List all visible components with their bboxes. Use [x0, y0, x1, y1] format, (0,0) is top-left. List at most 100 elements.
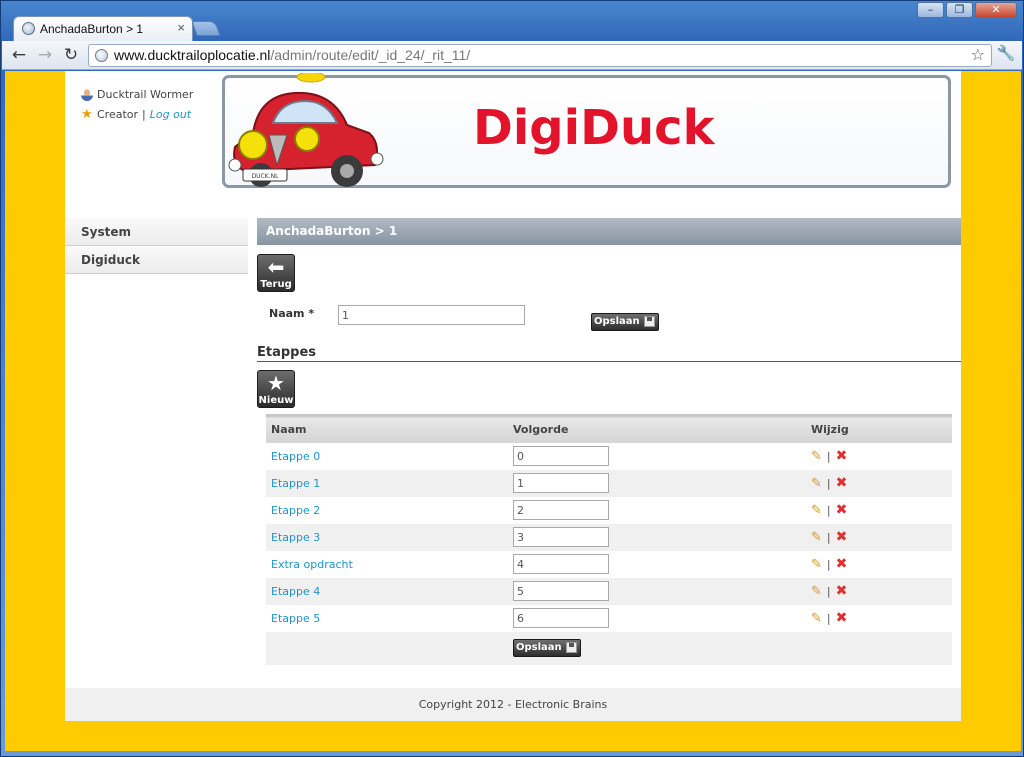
naam-input[interactable] — [338, 305, 525, 325]
order-input[interactable] — [513, 527, 609, 547]
back-button[interactable]: ⬅ Terug — [257, 254, 295, 292]
table-row: Etappe 0 ✎ | ✖ — [266, 443, 952, 470]
table-header-row: Naam Volgorde Wijzig — [266, 414, 952, 443]
url-host: www.ducktrailoplocatie.nl — [114, 47, 271, 63]
main-content: AnchadaBurton > 1 ⬅ Terug Naam * Opslaan… — [257, 218, 961, 665]
browser-tab[interactable]: AnchadaBurton > 1 × — [13, 16, 193, 41]
etappe-link[interactable]: Etappe 2 — [271, 504, 320, 517]
column-header-volgorde: Volgorde — [508, 414, 806, 443]
etappe-link[interactable]: Extra opdracht — [271, 558, 353, 571]
pencil-icon[interactable]: ✎ — [811, 476, 822, 491]
breadcrumb: AnchadaBurton > 1 — [257, 218, 961, 245]
delete-x-icon[interactable]: ✖ — [836, 583, 848, 599]
save-button-label: Opslaan — [594, 316, 640, 327]
delete-x-icon[interactable]: ✖ — [836, 529, 848, 545]
table-row: Etappe 3 ✎ | ✖ — [266, 523, 952, 551]
star-icon: ★ — [81, 107, 93, 122]
back-icon[interactable]: ← — [8, 45, 30, 65]
order-input[interactable] — [513, 608, 609, 628]
globe-icon — [22, 22, 35, 35]
address-bar[interactable]: www.ducktrailoplocatie.nl/admin/route/ed… — [88, 44, 992, 67]
etappe-link[interactable]: Etappe 1 — [271, 477, 320, 490]
action-separator: | — [826, 584, 831, 598]
delete-x-icon[interactable]: ✖ — [836, 556, 848, 572]
pencil-icon[interactable]: ✎ — [811, 503, 822, 518]
order-input[interactable] — [513, 446, 609, 466]
column-header-wijzig: Wijzig — [806, 414, 952, 443]
save-button[interactable]: Opslaan — [591, 313, 659, 331]
copyright-text: Copyright 2012 - Electronic Brains — [418, 698, 608, 711]
floppy-disk-icon — [643, 316, 655, 327]
save-order-button-label: Opslaan — [516, 642, 562, 653]
delete-x-icon[interactable]: ✖ — [836, 610, 848, 626]
person-icon — [81, 89, 93, 101]
logo-plate: DUCK.NL — [252, 173, 280, 180]
pencil-icon[interactable]: ✎ — [811, 584, 822, 599]
close-window-button[interactable]: ✕ — [975, 2, 1017, 18]
table-footer-row: Opslaan — [266, 631, 952, 665]
reload-icon[interactable]: ↻ — [60, 45, 82, 65]
footer: Copyright 2012 - Electronic Brains — [65, 688, 961, 721]
section-title-etappes: Etappes — [257, 345, 961, 362]
page-viewport: Ducktrail Wormer ★ Creator | Log out DUC… — [5, 71, 1021, 751]
user-name: Ducktrail Wormer — [97, 88, 194, 101]
logout-link[interactable]: Log out — [150, 105, 191, 125]
user-separator: | — [142, 108, 146, 121]
order-input[interactable] — [513, 473, 609, 493]
etappe-link[interactable]: Etappe 3 — [271, 531, 320, 544]
sidebar-item-system[interactable]: System — [65, 218, 248, 246]
etappe-link[interactable]: Etappe 5 — [271, 612, 320, 625]
page-icon — [95, 49, 108, 62]
table-row: Extra opdracht ✎ | ✖ — [266, 551, 952, 578]
pencil-icon[interactable]: ✎ — [811, 557, 822, 572]
close-tab-icon[interactable]: × — [177, 20, 185, 35]
minimize-button[interactable]: – — [917, 2, 944, 18]
pencil-icon[interactable]: ✎ — [811, 611, 822, 626]
table-row: Etappe 4 ✎ | ✖ — [266, 577, 952, 605]
pencil-icon[interactable]: ✎ — [811, 449, 822, 464]
action-separator: | — [826, 476, 831, 490]
maximize-button[interactable]: ❐ — [946, 2, 973, 18]
bookmark-star-icon[interactable]: ☆ — [971, 45, 985, 64]
delete-x-icon[interactable]: ✖ — [836, 448, 848, 464]
delete-x-icon[interactable]: ✖ — [836, 502, 848, 518]
forward-icon[interactable]: → — [34, 45, 56, 65]
floppy-disk-icon — [565, 642, 577, 653]
save-order-button[interactable]: Opslaan — [513, 639, 581, 657]
naam-label: Naam * — [269, 307, 315, 320]
etappes-table: Naam Volgorde Wijzig Etappe 0 ✎|✖ Etappe — [266, 414, 952, 665]
url-text[interactable]: www.ducktrailoplocatie.nl/admin/route/ed… — [114, 47, 470, 63]
arrow-left-icon: ⬅ — [267, 255, 285, 279]
star-plus-icon: ★ — [267, 371, 285, 395]
brand-title: DigiDuck — [473, 100, 715, 156]
table-row: Etappe 1 ✎ | ✖ — [266, 469, 952, 497]
pencil-icon[interactable]: ✎ — [811, 530, 822, 545]
order-input[interactable] — [513, 554, 609, 574]
new-button-label: Nieuw — [258, 395, 294, 406]
action-separator: | — [826, 530, 831, 544]
delete-x-icon[interactable]: ✖ — [836, 475, 848, 491]
etappe-link[interactable]: Etappe 0 — [271, 450, 320, 463]
action-separator: | — [826, 557, 831, 571]
browser-window: AnchadaBurton > 1 × – ❐ ✕ ← → ↻ www.duck… — [0, 0, 1024, 757]
url-path: /admin/route/edit/_id_24/_rit_11/ — [270, 47, 471, 63]
tab-title: AnchadaBurton > 1 — [40, 22, 144, 36]
new-tab-button[interactable] — [191, 21, 221, 36]
order-input[interactable] — [513, 581, 609, 601]
table-row: Etappe 2 ✎ | ✖ — [266, 497, 952, 524]
action-separator: | — [826, 449, 831, 463]
etappe-link[interactable]: Etappe 4 — [271, 585, 320, 598]
new-etappe-button[interactable]: ★ Nieuw — [257, 370, 295, 408]
order-input[interactable] — [513, 500, 609, 520]
browser-toolbar: ← → ↻ www.ducktrailoplocatie.nl/admin/ro… — [2, 41, 1022, 70]
action-separator: | — [826, 503, 831, 517]
table-row: Etappe 5 ✎ | ✖ — [266, 605, 952, 632]
sidebar-item-digiduck[interactable]: Digiduck — [65, 246, 248, 274]
sidebar: System Digiduck — [65, 218, 248, 274]
action-separator: | — [826, 611, 831, 625]
page: Ducktrail Wormer ★ Creator | Log out DUC… — [65, 71, 961, 721]
window-controls: – ❐ ✕ — [917, 2, 1017, 18]
header-banner: DUCK.NL DigiDuck — [222, 73, 951, 188]
back-button-label: Terug — [260, 279, 292, 290]
wrench-icon[interactable]: 🔧 — [996, 44, 1016, 64]
